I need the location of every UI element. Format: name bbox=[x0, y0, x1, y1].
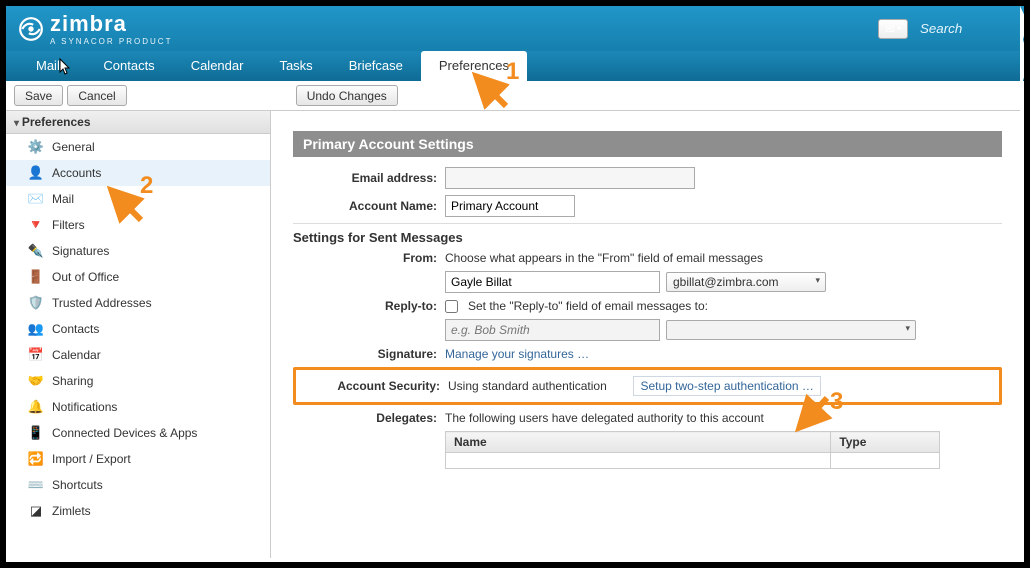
delegates-label: Delegates: bbox=[293, 411, 445, 425]
sidebar-item-label: Signatures bbox=[52, 244, 109, 258]
setup-two-step-auth-link[interactable]: Setup two-step authentication … bbox=[633, 376, 820, 396]
sidebar-item-label: Zimlets bbox=[52, 504, 91, 518]
gear-icon: ⚙️ bbox=[28, 139, 44, 155]
filter-icon: 🔻 bbox=[28, 217, 44, 233]
manage-signatures-link[interactable]: Manage your signatures … bbox=[445, 347, 589, 361]
account-name-field[interactable] bbox=[445, 195, 575, 217]
sidebar-item-out-of-office[interactable]: 🚪 Out of Office bbox=[6, 264, 270, 290]
table-row[interactable] bbox=[446, 453, 940, 469]
sidebar-item-label: Out of Office bbox=[52, 270, 119, 284]
app-header: zimbra A SYNACOR PRODUCT ✉ ▾ bbox=[6, 6, 1024, 51]
tab-preferences[interactable]: Preferences bbox=[421, 51, 527, 81]
delegates-text: The following users have delegated autho… bbox=[445, 411, 764, 425]
delegates-table-header-name: Name bbox=[446, 432, 831, 453]
sidebar-item-calendar[interactable]: 📅 Calendar bbox=[6, 342, 270, 368]
app-name: zimbra bbox=[50, 11, 127, 36]
account-security-status: Using standard authentication bbox=[448, 379, 607, 393]
tab-calendar[interactable]: Calendar bbox=[173, 51, 262, 81]
reply-to-name-field bbox=[445, 319, 660, 341]
reply-to-checkbox[interactable] bbox=[445, 300, 458, 313]
bell-icon: 🔔 bbox=[28, 399, 44, 415]
tab-contacts[interactable]: Contacts bbox=[85, 51, 172, 81]
mail-icon: ✉ bbox=[885, 22, 895, 36]
cancel-button[interactable]: Cancel bbox=[67, 85, 126, 106]
search-input[interactable] bbox=[914, 18, 1012, 39]
delegates-table: Name Type bbox=[445, 431, 940, 469]
sidebar-item-label: General bbox=[52, 140, 95, 154]
sidebar-item-trusted-addresses[interactable]: 🛡️ Trusted Addresses bbox=[6, 290, 270, 316]
sidebar-item-general[interactable]: ⚙️ General bbox=[6, 134, 270, 160]
reply-to-label: Reply-to: bbox=[293, 299, 445, 313]
sidebar-item-sharing[interactable]: 🤝 Sharing bbox=[6, 368, 270, 394]
sidebar-item-label: Contacts bbox=[52, 322, 99, 336]
device-icon: 📱 bbox=[28, 425, 44, 441]
email-address-label: Email address: bbox=[293, 171, 445, 185]
save-button[interactable]: Save bbox=[14, 85, 63, 106]
sidebar-header[interactable]: Preferences bbox=[6, 111, 270, 134]
user-icon: 👤 bbox=[28, 165, 44, 181]
section-header: Primary Account Settings bbox=[293, 131, 1002, 157]
account-name-label: Account Name: bbox=[293, 199, 445, 213]
search-scope-dropdown[interactable]: ✉ ▾ bbox=[878, 19, 908, 39]
sidebar-item-filters[interactable]: 🔻 Filters bbox=[6, 212, 270, 238]
people-icon: 👥 bbox=[28, 321, 44, 337]
content-panel: Primary Account Settings Email address: … bbox=[271, 111, 1024, 562]
reply-to-email-dropdown bbox=[666, 320, 916, 340]
tab-briefcase[interactable]: Briefcase bbox=[331, 51, 421, 81]
sidebar-item-label: Mail bbox=[52, 192, 74, 206]
shield-icon: 🛡️ bbox=[28, 295, 44, 311]
nav-tabs: Mail Contacts Calendar Tasks Briefcase P… bbox=[6, 51, 1024, 81]
sidebar-item-connected-devices[interactable]: 📱 Connected Devices & Apps bbox=[6, 420, 270, 446]
sent-messages-header: Settings for Sent Messages bbox=[293, 230, 1002, 245]
sidebar-item-label: Calendar bbox=[52, 348, 101, 362]
preferences-sidebar: Preferences ⚙️ General 👤 Accounts ✉️ Mail 🔻… bbox=[6, 111, 271, 562]
sidebar-item-label: Sharing bbox=[52, 374, 93, 388]
sidebar-item-contacts[interactable]: 👥 Contacts bbox=[6, 316, 270, 342]
zimlet-icon: ◪ bbox=[28, 503, 44, 519]
tab-mail[interactable]: Mail bbox=[18, 51, 85, 81]
delegates-table-header-type: Type bbox=[831, 432, 940, 453]
pen-icon: ✒️ bbox=[28, 243, 44, 259]
sidebar-item-notifications[interactable]: 🔔 Notifications bbox=[6, 394, 270, 420]
sidebar-item-shortcuts[interactable]: ⌨️ Shortcuts bbox=[6, 472, 270, 498]
door-icon: 🚪 bbox=[28, 269, 44, 285]
from-email-dropdown[interactable]: gbillat@zimbra.com bbox=[666, 272, 826, 292]
tab-tasks[interactable]: Tasks bbox=[261, 51, 330, 81]
from-name-field[interactable] bbox=[445, 271, 660, 293]
account-security-label: Account Security: bbox=[300, 379, 448, 393]
sidebar-item-label: Import / Export bbox=[52, 452, 131, 466]
from-hint: Choose what appears in the "From" field … bbox=[445, 251, 763, 265]
reply-to-checkbox-label: Set the "Reply-to" field of email messag… bbox=[468, 299, 708, 313]
chevron-down-icon: ▾ bbox=[897, 24, 901, 33]
sidebar-item-zimlets[interactable]: ◪ Zimlets bbox=[6, 498, 270, 524]
calendar-icon: 📅 bbox=[28, 347, 44, 363]
app-subtitle: A SYNACOR PRODUCT bbox=[50, 37, 172, 46]
mail-icon: ✉️ bbox=[28, 191, 44, 207]
sidebar-item-label: Accounts bbox=[52, 166, 101, 180]
keyboard-icon: ⌨️ bbox=[28, 477, 44, 493]
share-icon: 🤝 bbox=[28, 373, 44, 389]
signature-label: Signature: bbox=[293, 347, 445, 361]
transfer-icon: 🔁 bbox=[28, 451, 44, 467]
sidebar-item-accounts[interactable]: 👤 Accounts bbox=[6, 160, 270, 186]
sidebar-item-label: Filters bbox=[52, 218, 85, 232]
from-label: From: bbox=[293, 251, 445, 265]
sidebar-item-mail[interactable]: ✉️ Mail bbox=[6, 186, 270, 212]
logo: zimbra A SYNACOR PRODUCT bbox=[18, 11, 172, 46]
account-security-highlight: Account Security: Using standard authent… bbox=[293, 367, 1002, 405]
sidebar-item-label: Trusted Addresses bbox=[52, 296, 152, 310]
sidebar-item-signatures[interactable]: ✒️ Signatures bbox=[6, 238, 270, 264]
sidebar-item-label: Shortcuts bbox=[52, 478, 103, 492]
toolbar: Save Cancel Undo Changes bbox=[6, 81, 1024, 111]
undo-changes-button[interactable]: Undo Changes bbox=[296, 85, 398, 106]
email-address-field bbox=[445, 167, 695, 189]
sidebar-item-label: Connected Devices & Apps bbox=[52, 426, 197, 440]
sidebar-item-import-export[interactable]: 🔁 Import / Export bbox=[6, 446, 270, 472]
sidebar-item-label: Notifications bbox=[52, 400, 117, 414]
